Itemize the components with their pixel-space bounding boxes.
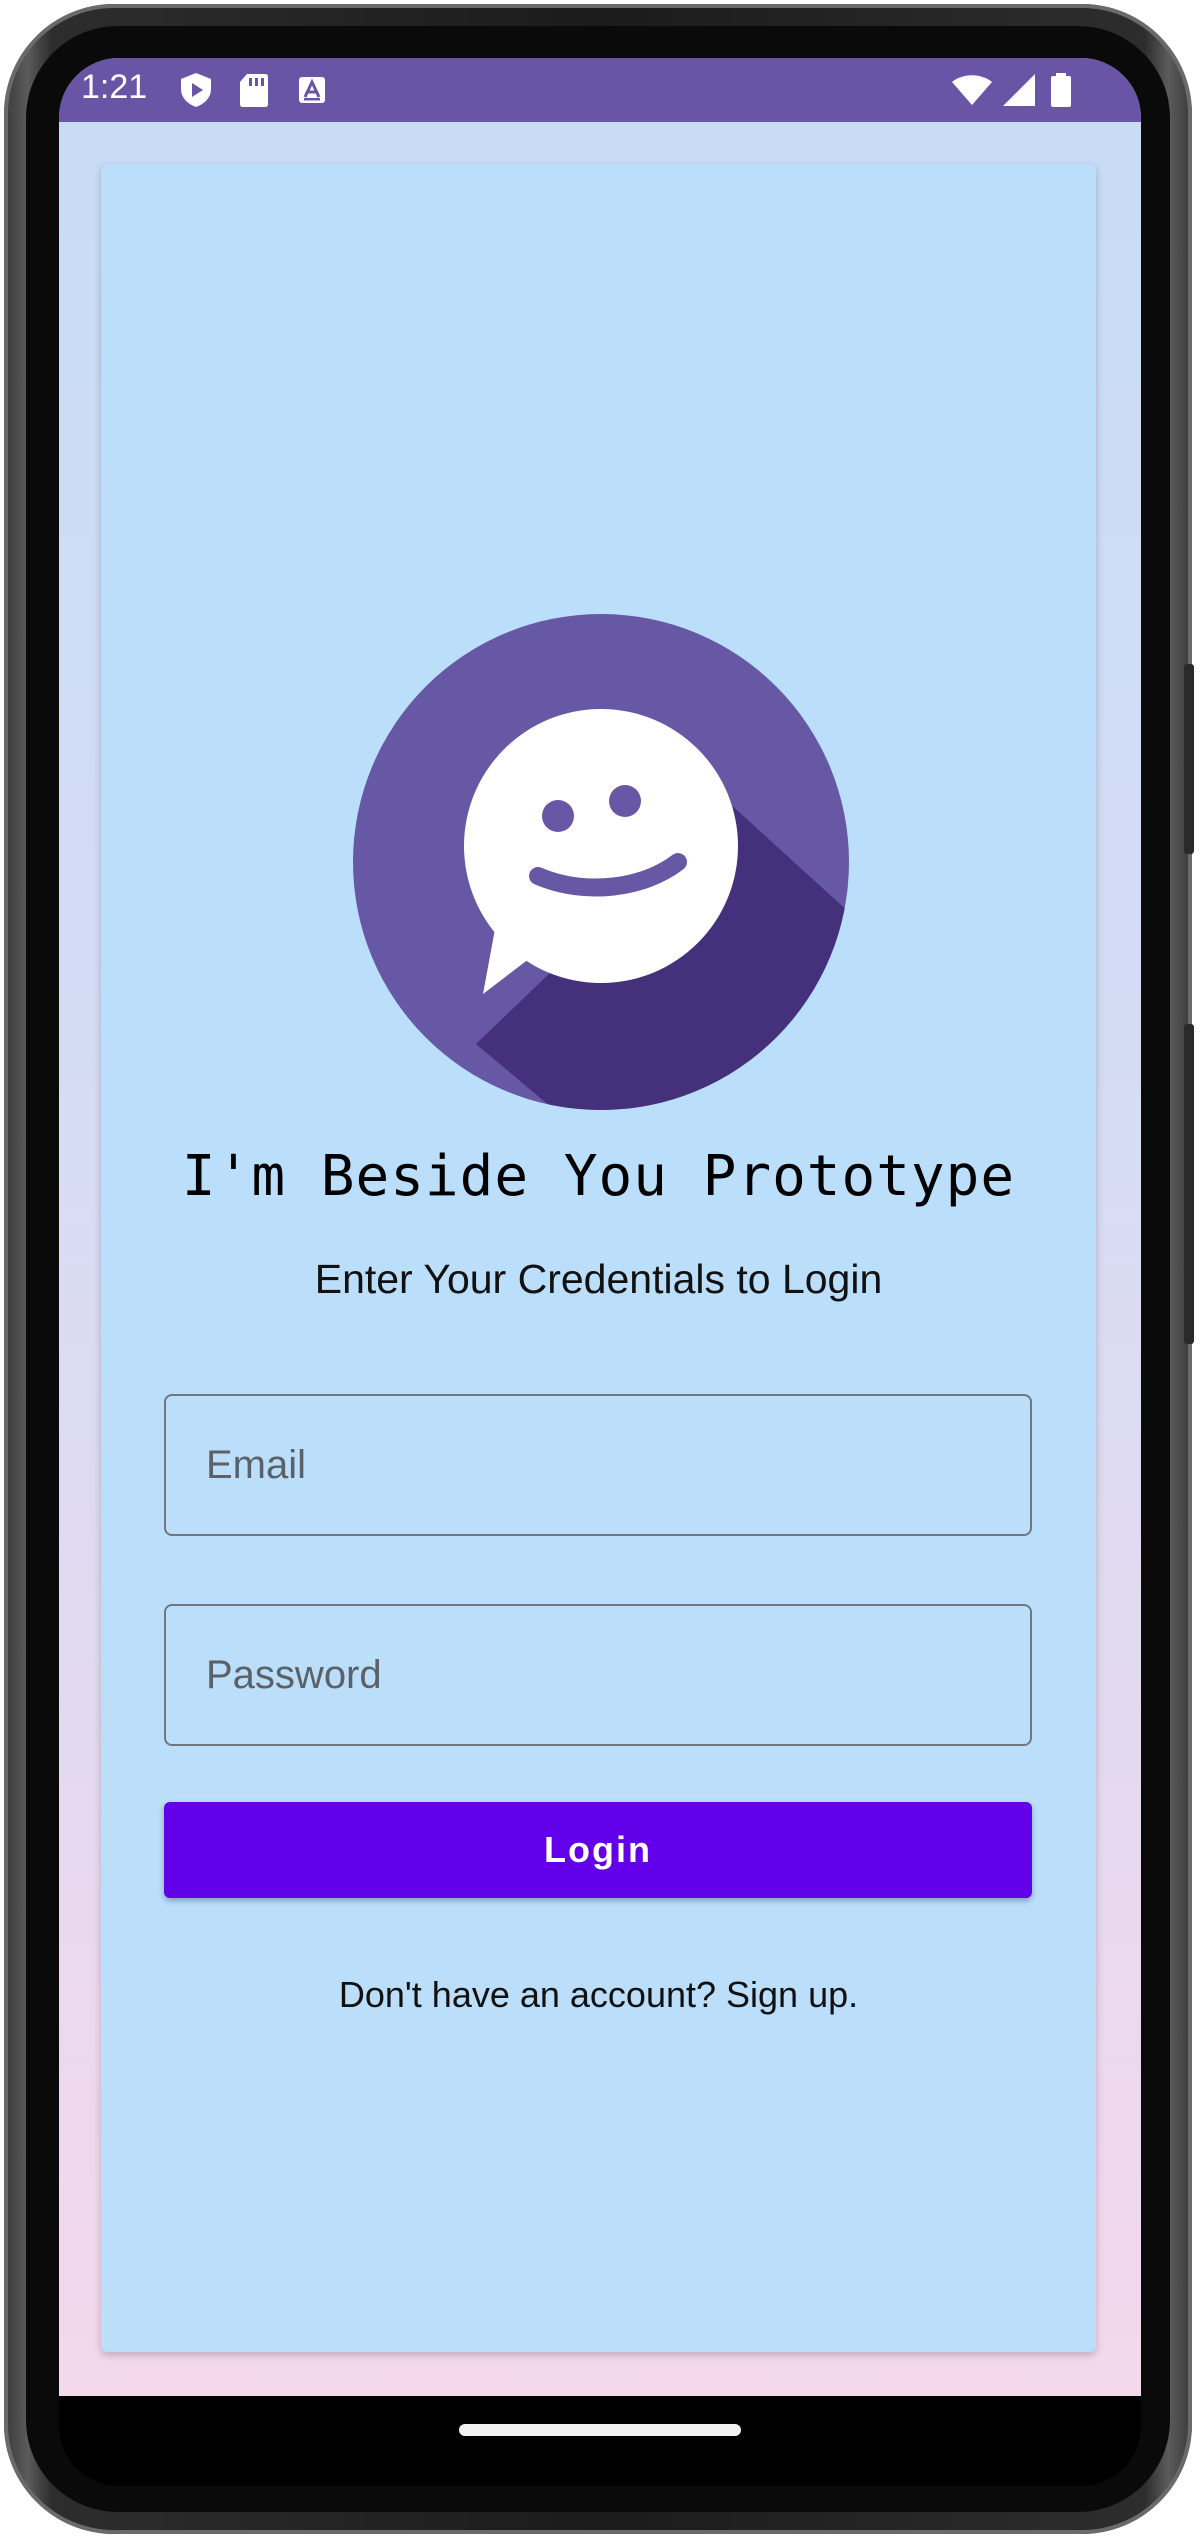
login-button[interactable]: Login	[164, 1802, 1032, 1898]
login-card: I'm Beside You Prototype Enter Your Cred…	[101, 164, 1096, 2352]
battery-icon	[1051, 73, 1071, 107]
email-field[interactable]	[164, 1394, 1032, 1536]
wifi-icon	[952, 75, 992, 105]
password-field[interactable]	[164, 1604, 1032, 1746]
power-button	[1184, 664, 1194, 854]
status-bar: 1:21	[59, 58, 1141, 122]
password-input[interactable]	[166, 1606, 1030, 1744]
login-subtitle: Enter Your Credentials to Login	[314, 1256, 883, 1302]
screen: 1:21 I'm Beside You Prototype Enter Your…	[59, 58, 1141, 2396]
keyboard-icon	[299, 77, 325, 103]
app-title: I'm Beside You Prototype	[181, 1144, 1016, 1209]
play-protect-icon	[181, 73, 211, 107]
cell-signal-icon	[1003, 74, 1035, 106]
gesture-nav-bar	[59, 2396, 1141, 2486]
app-logo	[353, 614, 849, 1110]
device-mockup: 1:21 I'm Beside You Prototype Enter Your…	[0, 0, 1200, 2541]
home-indicator[interactable]	[459, 2424, 741, 2436]
status-time: 1:21	[81, 68, 148, 106]
sd-card-icon	[240, 74, 268, 107]
signup-link[interactable]: Don't have an account? Sign up.	[101, 1974, 1096, 2016]
volume-button	[1184, 1024, 1194, 1344]
email-input[interactable]	[166, 1396, 1030, 1534]
